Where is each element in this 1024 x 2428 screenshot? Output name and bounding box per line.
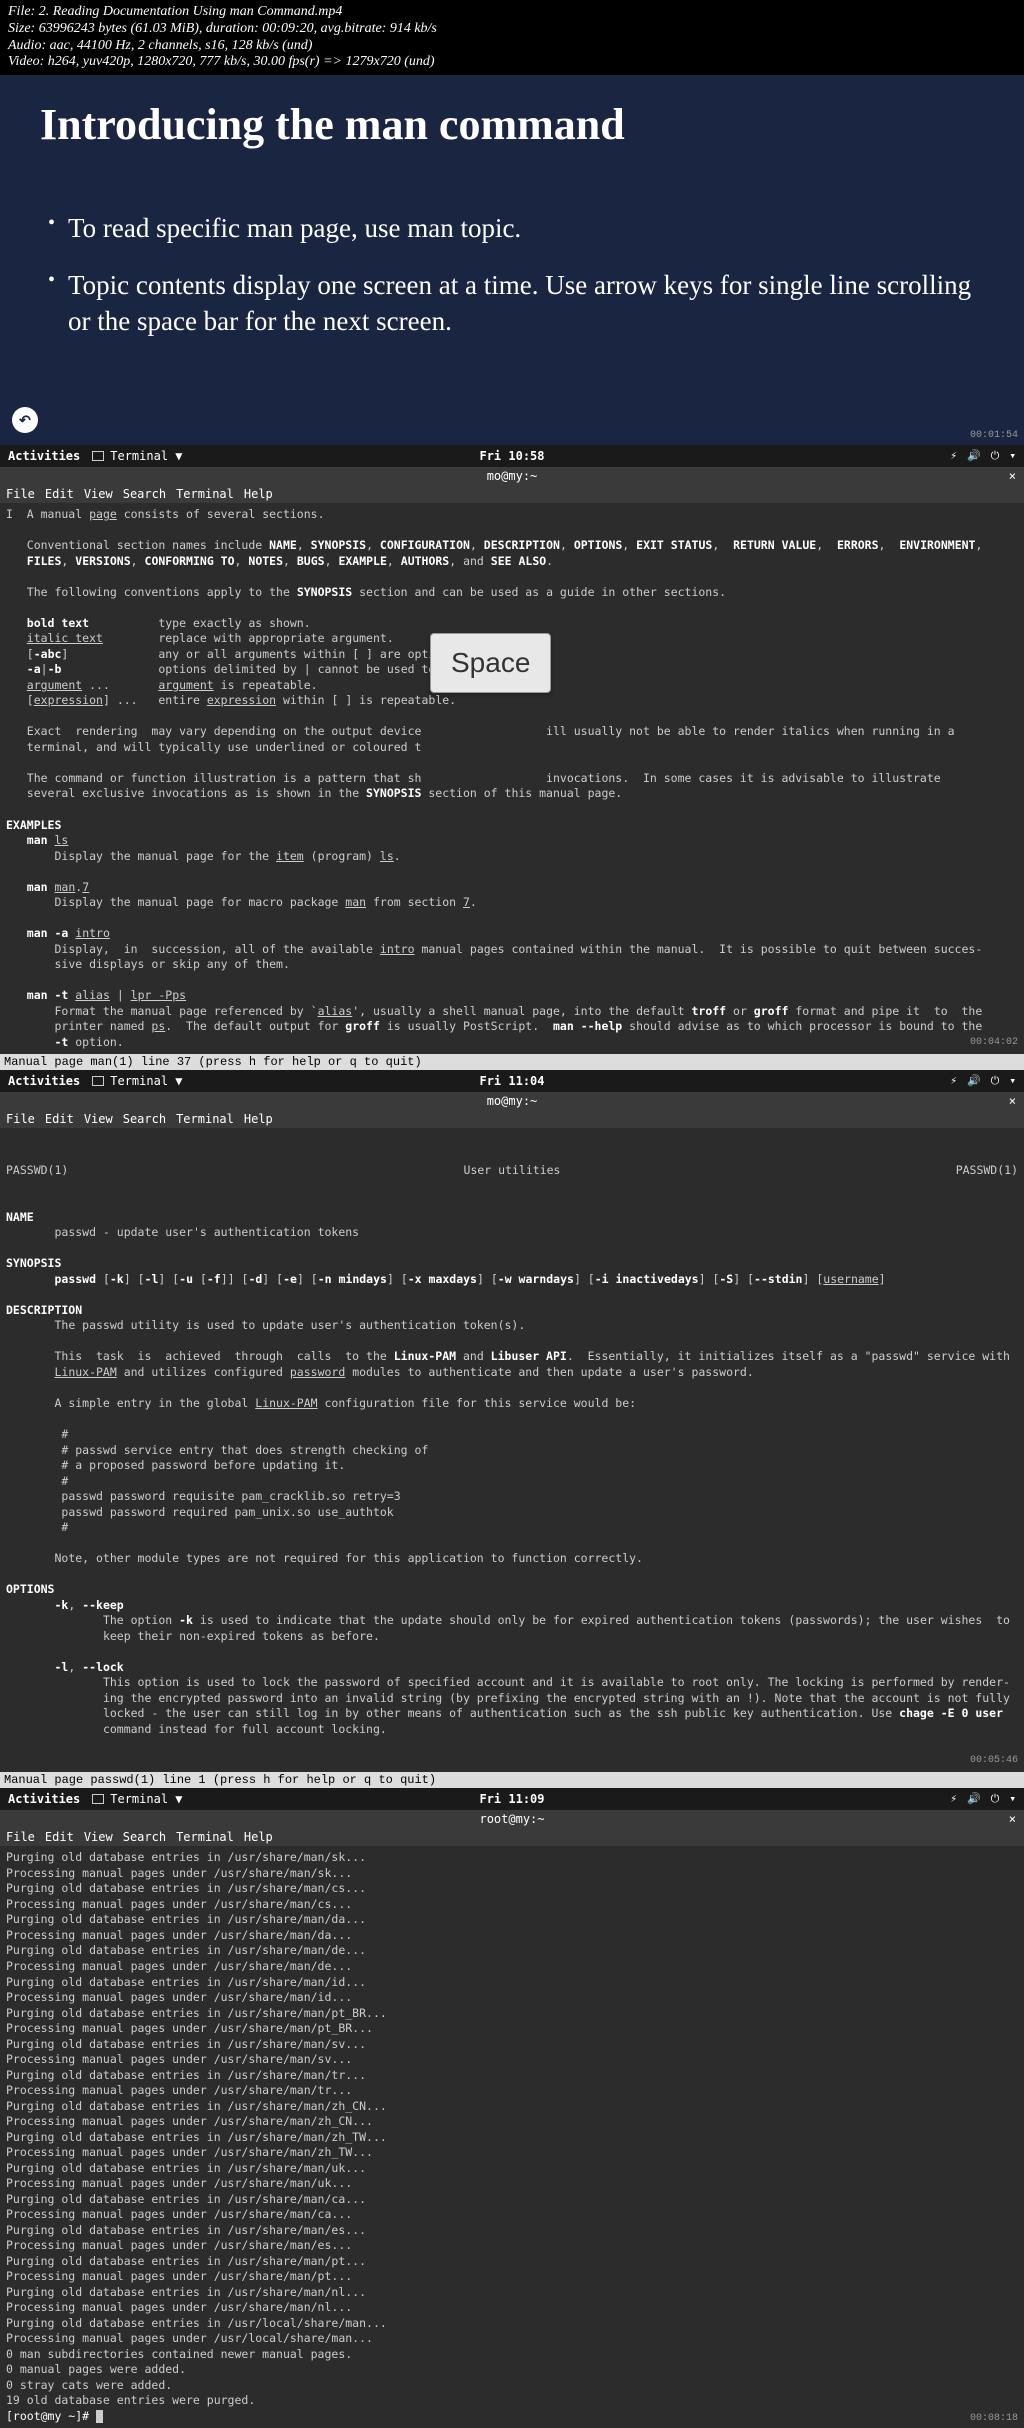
timestamp-overlay: 00:08:18 [970,2413,1018,2424]
network-icon[interactable]: ⚡ [950,449,957,463]
man-header-row: PASSWD(1) User utilities PASSWD(1) [6,1163,1018,1179]
menu-file[interactable]: File [6,487,35,501]
file-info-header: File: 2. Reading Documentation Using man… [0,0,1024,75]
menu-caret-icon[interactable]: ▾ [1009,449,1016,463]
app-menu[interactable]: Terminal ▼ [92,449,182,463]
timestamp-overlay: 00:04:02 [970,1037,1018,1048]
close-icon[interactable]: × [1009,469,1016,483]
menu-view[interactable]: View [84,487,113,501]
menu-help[interactable]: Help [244,487,273,501]
network-icon[interactable]: ⚡ [950,1792,957,1806]
power-icon[interactable]: ⏻ [991,1074,1000,1088]
back-button[interactable]: ↶ [12,407,38,433]
close-icon[interactable]: × [1009,1094,1016,1108]
file-name: File: 2. Reading Documentation Using man… [8,4,1016,21]
menu-terminal[interactable]: Terminal [176,1830,234,1844]
timestamp-overlay: 00:01:54 [970,430,1018,441]
clock[interactable]: Fri 11:09 [479,1792,544,1806]
manpage-statusline: Manual page man(1) line 37 (press h for … [0,1054,1024,1070]
terminal-screenshot-3: Activities Terminal ▼ Fri 11:09 ⚡ 🔊 ⏻ ▾ … [0,1788,1024,2428]
menu-view[interactable]: View [84,1830,113,1844]
tray-icons[interactable]: ⚡ 🔊 ⏻ ▾ [950,1074,1016,1088]
menu-search[interactable]: Search [123,1112,166,1126]
menu-help[interactable]: Help [244,1112,273,1126]
man-body-content: NAME passwd - update user's authenticati… [6,1210,1018,1738]
man-header-right: PASSWD(1) [956,1163,1018,1179]
terminal-menubar: File Edit View Search Terminal Help [0,485,1024,503]
power-icon[interactable]: ⏻ [991,449,1000,463]
network-icon[interactable]: ⚡ [950,1074,957,1088]
terminal-icon [92,1076,104,1086]
menu-terminal[interactable]: Terminal [176,487,234,501]
gnome-topbar: Activities Terminal ▼ Fri 10:58 ⚡ 🔊 ⏻ ▾ [0,445,1024,467]
man-header-center: User utilities [68,1163,955,1179]
terminal-titlebar: mo@my:~ × [0,1092,1024,1110]
volume-icon[interactable]: 🔊 [967,1792,981,1806]
menu-search[interactable]: Search [123,1830,166,1844]
menu-terminal[interactable]: Terminal [176,1112,234,1126]
activities-button[interactable]: Activities [8,1074,80,1088]
menu-file[interactable]: File [6,1830,35,1844]
app-menu[interactable]: Terminal ▼ [92,1792,182,1806]
menu-view[interactable]: View [84,1112,113,1126]
volume-icon[interactable]: 🔊 [967,449,981,463]
terminal-icon [92,1794,104,1804]
power-icon[interactable]: ⏻ [991,1792,1000,1806]
activities-button[interactable]: Activities [8,449,80,463]
man-header-left: PASSWD(1) [6,1163,68,1179]
activities-button[interactable]: Activities [8,1792,80,1806]
terminal-menubar: File Edit View Search Terminal Help [0,1828,1024,1846]
menu-caret-icon[interactable]: ▾ [1009,1074,1016,1088]
volume-icon[interactable]: 🔊 [967,1074,981,1088]
menu-search[interactable]: Search [123,487,166,501]
terminal-titlebar: mo@my:~ × [0,467,1024,485]
file-audio: Audio: aac, 44100 Hz, 2 channels, s16, 1… [8,38,1016,55]
tray-icons[interactable]: ⚡ 🔊 ⏻ ▾ [950,1792,1016,1806]
terminal-screenshot-1: Activities Terminal ▼ Fri 10:58 ⚡ 🔊 ⏻ ▾ … [0,445,1024,1070]
slide-presentation: Introducing the man command To read spec… [0,75,1024,445]
file-size: Size: 63996243 bytes (61.03 MiB), durati… [8,21,1016,38]
menu-file[interactable]: File [6,1112,35,1126]
menu-help[interactable]: Help [244,1830,273,1844]
terminal-body[interactable]: PASSWD(1) User utilities PASSWD(1) NAME … [0,1128,1024,1772]
terminal-body[interactable]: I A manual page consists of several sect… [0,503,1024,1054]
manpage-statusline: Manual page passwd(1) line 1 (press h fo… [0,1772,1024,1788]
terminal-screenshot-2: Activities Terminal ▼ Fri 11:04 ⚡ 🔊 ⏻ ▾ … [0,1070,1024,1788]
menu-caret-icon[interactable]: ▾ [1009,1792,1016,1806]
slide-title: Introducing the man command [40,99,984,150]
terminal-titlebar: root@my:~ × [0,1810,1024,1828]
timestamp-overlay: 00:05:46 [970,1755,1018,1766]
menu-edit[interactable]: Edit [45,1830,74,1844]
app-menu[interactable]: Terminal ▼ [92,1074,182,1088]
terminal-body[interactable]: Purging old database entries in /usr/sha… [0,1846,1024,2428]
menu-edit[interactable]: Edit [45,487,74,501]
menu-edit[interactable]: Edit [45,1112,74,1126]
slide-bullets: To read specific man page, use man topic… [40,210,984,339]
slide-bullet-1: To read specific man page, use man topic… [40,210,984,246]
space-key-overlay: Space [430,633,551,693]
tray-icons[interactable]: ⚡ 🔊 ⏻ ▾ [950,449,1016,463]
clock[interactable]: Fri 11:04 [479,1074,544,1088]
file-video: Video: h264, yuv420p, 1280x720, 777 kb/s… [8,54,1016,71]
gnome-topbar: Activities Terminal ▼ Fri 11:09 ⚡ 🔊 ⏻ ▾ [0,1788,1024,1810]
clock[interactable]: Fri 10:58 [479,449,544,463]
gnome-topbar: Activities Terminal ▼ Fri 11:04 ⚡ 🔊 ⏻ ▾ [0,1070,1024,1092]
terminal-menubar: File Edit View Search Terminal Help [0,1110,1024,1128]
close-icon[interactable]: × [1009,1812,1016,1826]
terminal-icon [92,451,104,461]
slide-bullet-2: Topic contents display one screen at a t… [40,267,984,340]
